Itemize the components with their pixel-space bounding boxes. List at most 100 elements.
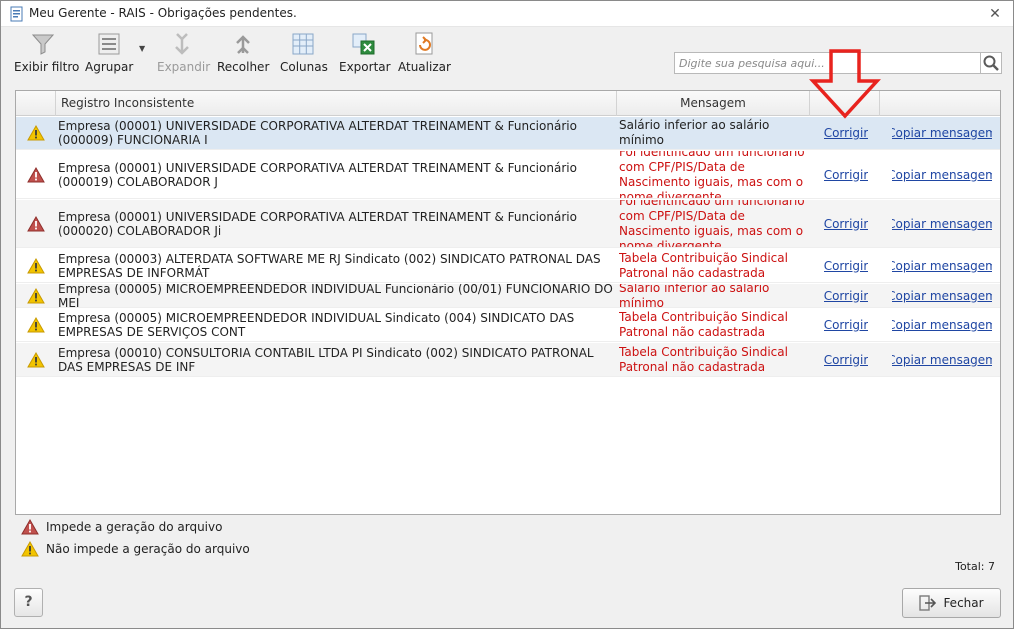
collapse-button-label: Recolher: [217, 60, 270, 74]
copy-cell: Copiar mensagem: [892, 309, 992, 341]
export-button-label: Exportar: [339, 60, 391, 74]
fix-link[interactable]: Corrigir: [824, 289, 868, 303]
table-row[interactable]: Empresa (00001) UNIVERSIDADE CORPORATIVA…: [16, 200, 1000, 248]
total-count: Total: 7: [955, 560, 995, 573]
header-copy-column[interactable]: [880, 91, 1000, 116]
fix-link[interactable]: Corrigir: [824, 126, 868, 140]
table-row[interactable]: Empresa (00005) MICROEMPREENDEDOR INDIVI…: [16, 309, 1000, 342]
copy-cell: Copiar mensagem: [892, 249, 992, 282]
arrow-up-icon: [236, 35, 250, 54]
expand-button[interactable]: Expandir: [157, 31, 211, 75]
copy-message-link[interactable]: Copiar mensagem: [892, 289, 992, 303]
error-icon: [16, 151, 56, 198]
copy-message-link[interactable]: Copiar mensagem: [892, 353, 992, 367]
header-icon-column[interactable]: [16, 91, 56, 116]
window-title: Meu Gerente - RAIS - Obrigações pendente…: [29, 6, 297, 20]
close-button[interactable]: Fechar: [902, 588, 1001, 618]
warning-icon: [21, 541, 39, 557]
message-cell: Salário inferior ao salário mínimo: [619, 284, 770, 307]
filter-button[interactable]: Exibir filtro: [14, 31, 80, 75]
search-button[interactable]: [981, 52, 1002, 74]
table-row[interactable]: Empresa (00005) MICROEMPREENDEDOR INDIVI…: [16, 284, 1000, 308]
warning-icon: [16, 309, 56, 341]
copy-cell: Copiar mensagem: [892, 284, 992, 307]
arrow-down-icon: [175, 33, 189, 55]
record-cell: Empresa (00001) UNIVERSIDADE CORPORATIVA…: [58, 209, 577, 238]
fix-cell: Corrigir: [824, 249, 868, 282]
record-cell: Empresa (00010) CONSULTORIA CONTABIL LTD…: [58, 345, 594, 374]
app-icon: [10, 6, 23, 22]
header-message[interactable]: Mensagem: [617, 91, 810, 116]
help-button[interactable]: ?: [14, 588, 43, 617]
legend-item-error: Impede a geração do arquivo: [21, 518, 250, 536]
table-row[interactable]: Empresa (00003) ALTERDATA SOFTWARE ME RJ…: [16, 249, 1000, 283]
excel-export-icon: [352, 33, 375, 55]
fix-link[interactable]: Corrigir: [824, 168, 868, 182]
fix-cell: Corrigir: [824, 309, 868, 341]
fix-cell: Corrigir: [824, 200, 868, 247]
message-cell: Foi identificado um funcionário com CPF/…: [619, 200, 805, 247]
filter-button-label: Exibir filtro: [14, 60, 80, 74]
collapse-button[interactable]: Recolher: [217, 31, 269, 75]
search-icon: [983, 55, 999, 71]
fix-link[interactable]: Corrigir: [824, 318, 868, 332]
warning-icon: [16, 249, 56, 282]
title-bar: Meu Gerente - RAIS - Obrigações pendente…: [1, 1, 1013, 27]
legend: Impede a geração do arquivo Não impede a…: [21, 518, 250, 558]
grid-header: Registro Inconsistente Mensagem: [16, 91, 1000, 116]
record-cell: Empresa (00005) MICROEMPREENDEDOR INDIVI…: [58, 311, 575, 339]
warning-icon: [16, 284, 56, 307]
record-cell: Empresa (00005) MICROEMPREENDEDOR INDIVI…: [58, 284, 613, 307]
warning-icon: [16, 343, 56, 376]
columns-button-label: Colunas: [280, 60, 328, 74]
copy-message-link[interactable]: Copiar mensagem: [892, 168, 992, 182]
search-input[interactable]: [674, 52, 981, 74]
exit-icon: [919, 595, 937, 611]
message-cell: Foi identificado um funcionário com CPF/…: [619, 151, 805, 198]
fix-cell: Corrigir: [824, 151, 868, 198]
table-row[interactable]: Empresa (00010) CONSULTORIA CONTABIL LTD…: [16, 343, 1000, 377]
columns-button[interactable]: Colunas: [280, 31, 328, 75]
header-record[interactable]: Registro Inconsistente: [56, 91, 617, 116]
refresh-icon: [415, 32, 433, 55]
message-cell: Salário inferior ao salário mínimo: [619, 118, 770, 147]
copy-cell: Copiar mensagem: [892, 117, 992, 149]
legend-item-warning: Não impede a geração do arquivo: [21, 540, 250, 558]
export-button[interactable]: Exportar: [339, 31, 391, 75]
warning-icon: [16, 117, 56, 149]
message-cell: Tabela Contribuição Sindical Patronal nã…: [619, 250, 788, 280]
error-icon: [16, 200, 56, 247]
expand-button-label: Expandir: [157, 60, 211, 74]
close-icon[interactable]: ✕: [987, 6, 1003, 22]
close-button-label: Fechar: [943, 596, 984, 610]
record-cell: Empresa (00001) UNIVERSIDADE CORPORATIVA…: [58, 160, 577, 189]
record-cell: Empresa (00001) UNIVERSIDADE CORPORATIVA…: [58, 119, 577, 147]
message-cell: Tabela Contribuição Sindical Patronal nã…: [619, 344, 788, 374]
copy-message-link[interactable]: Copiar mensagem: [892, 259, 992, 273]
columns-icon: [292, 33, 314, 55]
legend-warning-label: Não impede a geração do arquivo: [46, 542, 250, 556]
copy-message-link[interactable]: Copiar mensagem: [892, 217, 992, 231]
header-fix-column[interactable]: [810, 91, 880, 116]
window: Meu Gerente - RAIS - Obrigações pendente…: [0, 0, 1014, 629]
fix-link[interactable]: Corrigir: [824, 353, 868, 367]
fix-cell: Corrigir: [824, 284, 868, 307]
copy-cell: Copiar mensagem: [892, 343, 992, 376]
group-button[interactable]: Agrupar: [85, 31, 133, 75]
inconsistency-grid: Registro Inconsistente Mensagem Empresa …: [15, 90, 1001, 515]
funnel-icon: [31, 34, 55, 55]
copy-cell: Copiar mensagem: [892, 200, 992, 247]
copy-message-link[interactable]: Copiar mensagem: [892, 318, 992, 332]
fix-cell: Corrigir: [824, 117, 868, 149]
fix-cell: Corrigir: [824, 343, 868, 376]
table-row[interactable]: Empresa (00001) UNIVERSIDADE CORPORATIVA…: [16, 151, 1000, 199]
table-row[interactable]: Empresa (00001) UNIVERSIDADE CORPORATIVA…: [16, 117, 1000, 150]
legend-error-label: Impede a geração do arquivo: [46, 520, 223, 534]
search-box: [674, 52, 1002, 74]
list-icon: [98, 33, 120, 55]
fix-link[interactable]: Corrigir: [824, 217, 868, 231]
fix-link[interactable]: Corrigir: [824, 259, 868, 273]
group-dropdown-chevron-down-icon[interactable]: ▼: [139, 44, 145, 53]
copy-message-link[interactable]: Copiar mensagem: [892, 126, 992, 140]
refresh-button[interactable]: Atualizar: [398, 31, 451, 75]
